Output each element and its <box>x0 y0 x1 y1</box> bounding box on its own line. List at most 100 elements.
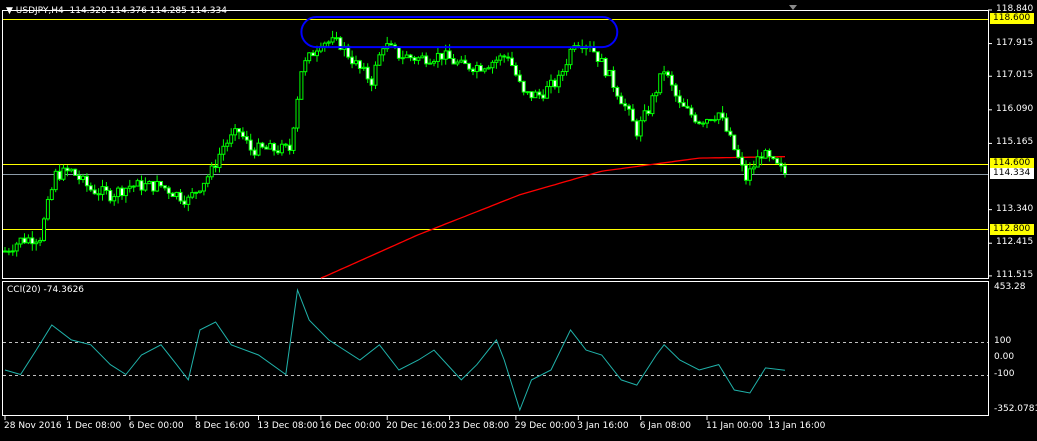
candle-bull <box>712 119 717 122</box>
candle-bear <box>104 186 109 192</box>
candle-bear <box>166 187 171 194</box>
chart-shift-marker-icon[interactable] <box>789 5 797 10</box>
candle-bear <box>96 193 101 196</box>
candle-bear <box>260 142 265 148</box>
candle-bull <box>190 192 195 198</box>
candle-bull <box>225 142 230 147</box>
candle-bull <box>654 92 659 97</box>
candle-bear <box>669 74 674 86</box>
candle-bear <box>182 200 187 205</box>
candle-bull <box>416 57 421 61</box>
time-tick-label: 1 Dec 08:00 <box>66 421 122 431</box>
candle-bull <box>482 68 487 72</box>
time-tick-label: 6 Dec 00:00 <box>128 421 184 431</box>
candle-bear <box>771 156 776 160</box>
candle-bear <box>677 95 682 104</box>
candle-bull <box>705 118 709 124</box>
time-tick-label: 13 Dec 08:00 <box>257 421 319 431</box>
price-tick-label: 115.165 <box>996 137 1034 148</box>
candle-bear <box>529 91 534 99</box>
level-price-label: 118.600 <box>990 13 1034 25</box>
candle-bear <box>630 108 635 122</box>
price-tick-label: 116.090 <box>996 103 1034 114</box>
chart-canvas[interactable] <box>0 0 1037 441</box>
ohlc-values: 114.320 114.376 114.285 114.334 <box>69 6 227 16</box>
candle-bear <box>252 149 257 156</box>
candle-bull <box>201 182 206 192</box>
candle-bull <box>354 60 358 65</box>
candle-bull <box>650 95 655 115</box>
time-tick-label: 3 Jan 16:00 <box>577 421 629 431</box>
candle-bull <box>127 185 132 189</box>
cci-indicator-label: CCI(20) -74.3626 <box>7 285 85 295</box>
candle-bear <box>447 50 452 59</box>
time-tick-label: 16 Dec 00:00 <box>319 421 381 431</box>
candle-bull <box>428 62 433 65</box>
candle-bear <box>732 134 737 151</box>
candle-bear <box>779 162 784 167</box>
candle-bull <box>564 64 569 73</box>
candle-bull <box>315 50 319 57</box>
cci-tick-label: -100 <box>994 368 1015 379</box>
candle-bear <box>408 54 413 59</box>
candle-bull <box>221 145 226 155</box>
candle-bear <box>506 56 511 59</box>
candle-bear <box>634 120 639 137</box>
candle-bull <box>135 180 140 187</box>
candle-bull <box>131 185 136 188</box>
candle-bear <box>521 80 526 93</box>
cci-tick-label: -352.0781 <box>994 404 1037 414</box>
candle-bear <box>502 55 507 58</box>
candle-bear <box>673 84 678 97</box>
candle-bull <box>81 175 85 181</box>
candle-bear <box>65 167 70 172</box>
candle-bull <box>307 52 312 62</box>
candle-bear <box>666 71 670 76</box>
candle-bull <box>209 165 214 178</box>
candle-bull <box>373 64 378 86</box>
candle-bear <box>311 52 316 57</box>
candle-bull <box>549 79 553 88</box>
candle-bull <box>755 156 760 168</box>
candle-bear <box>350 56 355 65</box>
candle-bear <box>767 150 772 158</box>
candle-bull <box>69 168 74 172</box>
candle-bull <box>455 61 460 65</box>
candle-bear <box>73 168 78 176</box>
candle-bear <box>681 102 686 107</box>
candle-bear <box>57 170 62 180</box>
cci-panel-frame <box>2 281 989 416</box>
time-tick-label: 6 Jan 08:00 <box>639 421 691 431</box>
candle-bull <box>330 37 335 43</box>
candle-bear <box>3 250 7 253</box>
candle-bull <box>194 191 199 194</box>
candle-bull <box>474 64 479 73</box>
candle-bear <box>451 57 456 65</box>
symbol-timeframe: USDJPY,H4 <box>15 6 64 16</box>
candle-bull <box>205 176 210 184</box>
candle-bear <box>264 146 269 150</box>
candle-bull <box>361 66 366 69</box>
candle-bull <box>217 153 222 169</box>
candle-bear <box>689 107 694 116</box>
main-chart-frame <box>2 10 989 279</box>
candle-bear <box>424 55 429 65</box>
candle-bear <box>513 64 518 76</box>
cci-tick-label: 0.00 <box>994 352 1015 362</box>
price-tick-label: 112.415 <box>996 237 1034 248</box>
candle-bull <box>494 59 499 63</box>
time-tick-label: 29 Dec 00:00 <box>514 421 576 431</box>
chart-menu-arrow-icon[interactable]: ▼ <box>6 6 13 16</box>
candle-bull <box>279 143 284 154</box>
candle-bear <box>77 174 82 181</box>
candle-bear <box>740 156 745 166</box>
candle-bull <box>490 61 495 69</box>
candle-bull <box>322 42 327 47</box>
price-tick-label: 117.015 <box>996 70 1034 81</box>
candle-bear <box>685 105 690 109</box>
candle-bull <box>155 180 160 192</box>
time-tick-label: 28 Nov 2016 <box>4 421 62 431</box>
candle-bear <box>467 63 472 70</box>
time-tick-label: 20 Dec 16:00 <box>386 421 447 431</box>
candle-bear <box>619 95 624 105</box>
